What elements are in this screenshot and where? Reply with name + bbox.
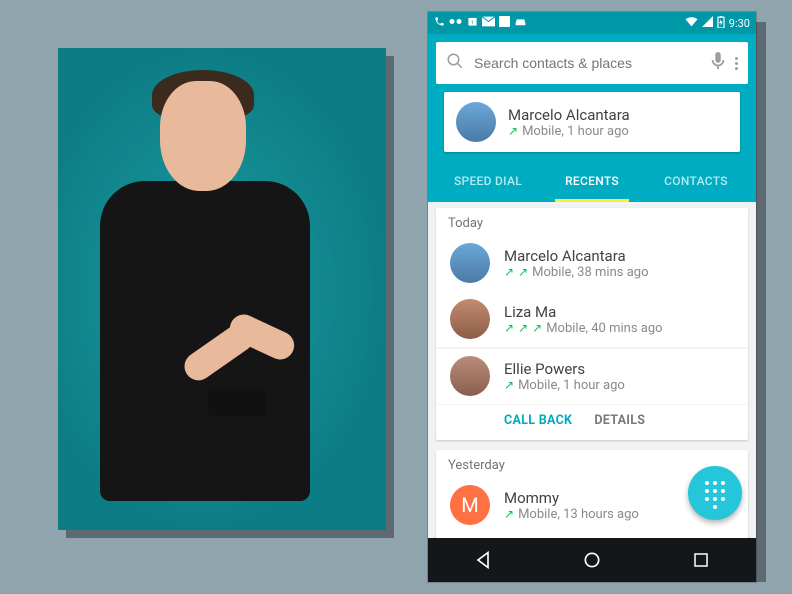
section-today: Today Marcelo Alcantara ↗ ↗ Mobile, 38 m… [436, 208, 748, 440]
tab-contacts[interactable]: CONTACTS [644, 160, 748, 202]
presenter-phone [208, 388, 266, 416]
avatar [456, 102, 496, 142]
nav-bar [428, 538, 756, 582]
call-sub: ↗ Mobile, 1 hour ago [504, 378, 734, 393]
outgoing-icon: ↗ [504, 321, 514, 335]
search-icon [446, 52, 464, 74]
status-bar: 1 9:30 [428, 12, 756, 34]
row-actions: CALL BACK DETAILS [436, 405, 748, 440]
hero-recent-card[interactable]: Marcelo Alcantara ↗ Mobile, 1 hour ago [444, 92, 740, 152]
status-time: 9:30 [729, 17, 750, 30]
calendar-icon: 1 [467, 16, 478, 30]
call-sub: ↗ ↗ ↗ Mobile, 40 mins ago [504, 321, 734, 336]
callback-button[interactable]: CALL BACK [504, 413, 572, 428]
outgoing-icon: ↗ [518, 265, 528, 279]
dialpad-fab[interactable] [688, 466, 742, 520]
search-input[interactable] [474, 55, 701, 71]
avatar [450, 356, 490, 396]
avatar [450, 243, 490, 283]
outgoing-icon: ↗ [508, 124, 518, 138]
outgoing-icon: ↗ [504, 265, 514, 279]
call-row[interactable]: Marcelo Alcantara ↗ ↗ Mobile, 38 mins ag… [436, 235, 748, 291]
svg-text:1: 1 [471, 20, 474, 26]
call-row[interactable]: Liza Ma ↗ ↗ ↗ Mobile, 40 mins ago [436, 291, 748, 347]
avatar [450, 299, 490, 339]
phone-frame: 1 9:30 [428, 12, 756, 582]
tab-speed-dial[interactable]: SPEED DIAL [436, 160, 540, 202]
nav-home[interactable] [581, 549, 603, 571]
tab-recents[interactable]: RECENTS [540, 160, 644, 202]
avatar-letter: M [450, 485, 490, 525]
dialpad-icon [703, 481, 727, 505]
status-left: 1 [434, 16, 527, 30]
gplus-icon [499, 16, 510, 30]
call-row-expanded[interactable]: Ellie Powers ↗ Mobile, 1 hour ago [436, 347, 748, 405]
nav-back[interactable] [472, 549, 494, 571]
call-name: Marcelo Alcantara [504, 247, 734, 265]
car-icon [514, 16, 527, 30]
outgoing-icon: ↗ [518, 321, 528, 335]
search-bar[interactable] [436, 42, 748, 84]
battery-icon [717, 16, 725, 31]
mic-icon[interactable] [711, 52, 725, 74]
details-button[interactable]: DETAILS [594, 413, 645, 428]
overflow-icon[interactable] [735, 57, 738, 70]
mail-icon [482, 16, 495, 30]
outgoing-icon: ↗ [504, 378, 514, 392]
phone-icon [434, 16, 445, 30]
hero-name: Marcelo Alcantara [508, 106, 728, 124]
tabs: SPEED DIAL RECENTS CONTACTS [436, 160, 748, 202]
presenter-head [160, 81, 246, 191]
call-sub: ↗ ↗ Mobile, 38 mins ago [504, 265, 734, 280]
outgoing-icon: ↗ [532, 321, 542, 335]
section-header-today: Today [436, 208, 748, 235]
status-right: 9:30 [685, 16, 750, 31]
signal-icon [702, 16, 713, 30]
wifi-icon [685, 16, 698, 30]
call-name: Ellie Powers [504, 360, 734, 378]
hero-sub: ↗ Mobile, 1 hour ago [508, 124, 728, 139]
phone-app-header: Marcelo Alcantara ↗ Mobile, 1 hour ago S… [428, 34, 756, 202]
voice-icon [449, 16, 463, 30]
presenter-panel [58, 48, 386, 530]
outgoing-icon: ↗ [504, 507, 514, 521]
call-name: Liza Ma [504, 303, 734, 321]
nav-recent[interactable] [690, 549, 712, 571]
